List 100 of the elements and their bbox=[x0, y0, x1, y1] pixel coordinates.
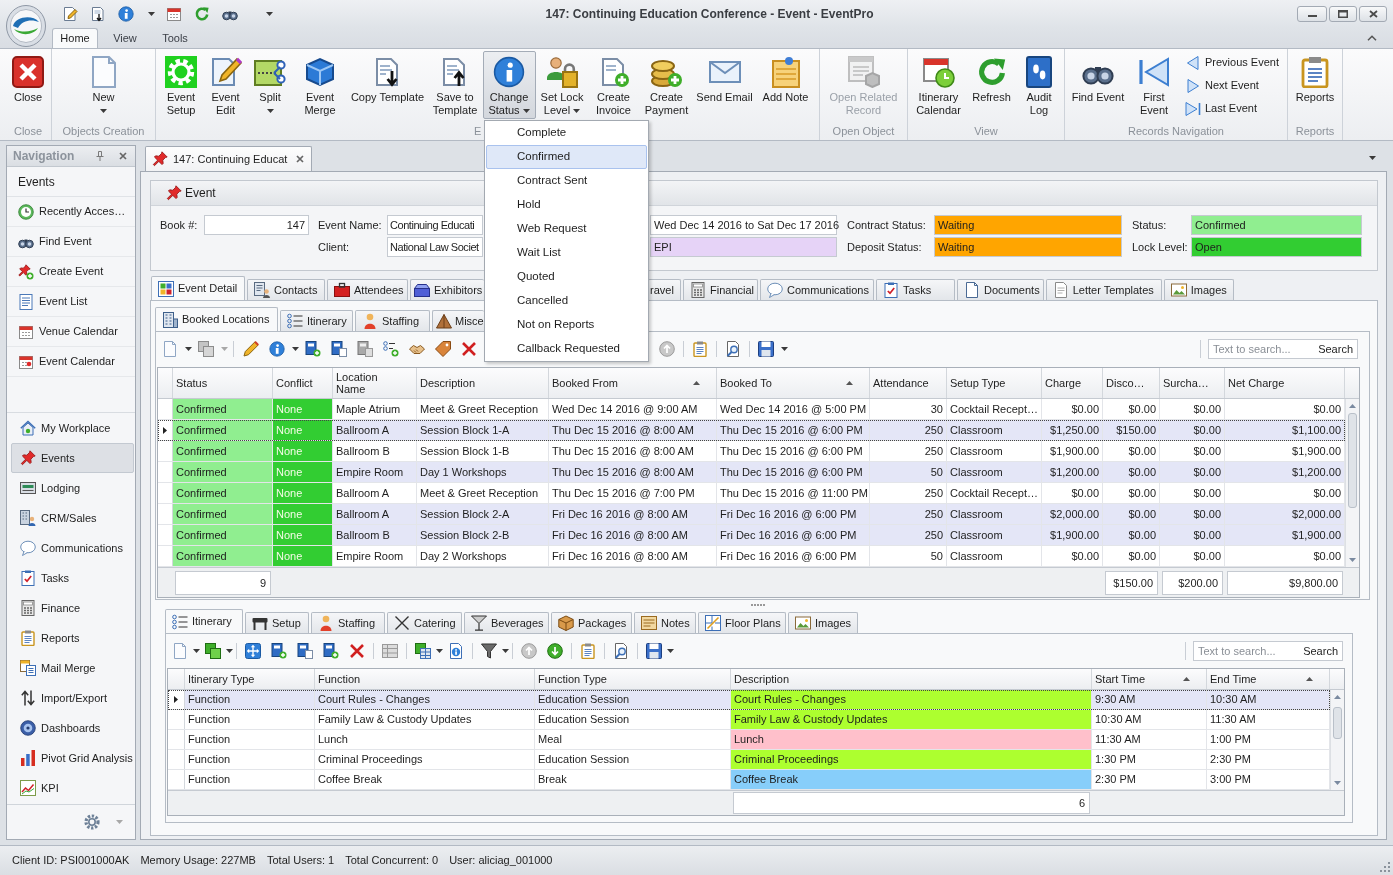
ribbon-button[interactable]: Send Email bbox=[694, 51, 755, 119]
table-row[interactable]: Confirmed None Ballroom A Session Block 1-A Thu Dec 15 2016 @ 8:00 AM Thu Dec 15 2016 @ 6:00 PM 250 Classroom $1,250.00 $150.00 $0.00 $1,100.00 bbox=[158, 420, 1345, 441]
menu-item[interactable]: Complete bbox=[485, 121, 648, 145]
caret-icon[interactable] bbox=[226, 649, 233, 653]
tab[interactable]: Notes bbox=[634, 612, 696, 633]
caret-icon[interactable] bbox=[266, 12, 273, 16]
table-row[interactable]: Confirmed None Ballroom B Session Block 2-B Fri Dec 16 2016 @ 8:00 AM Fri Dec 16 2016 @ 6:00 PM 250 Classroom $1,900.00 $0.00 $0.00 $1,900.00 bbox=[158, 525, 1345, 546]
column-header[interactable]: Function bbox=[315, 669, 535, 689]
ribbon-button[interactable]: Find Event bbox=[1068, 51, 1128, 119]
caret-icon[interactable] bbox=[184, 347, 192, 351]
ribbon-button[interactable]: Change Status bbox=[482, 51, 536, 119]
table-row[interactable]: Function Lunch Meal Lunch 11:30 AM 1:00 PM bbox=[168, 730, 1330, 750]
tab[interactable]: Letter Templates bbox=[1045, 279, 1162, 300]
delete-icon[interactable] bbox=[349, 643, 365, 659]
splitter-grip-icon[interactable] bbox=[751, 603, 765, 606]
tab[interactable]: Tasks bbox=[876, 279, 956, 300]
input-field[interactable]: National Law Societ bbox=[387, 237, 483, 257]
tab[interactable]: Setup bbox=[245, 612, 309, 633]
caret-icon[interactable] bbox=[667, 649, 674, 653]
nav-link[interactable]: Recently Acces… bbox=[7, 197, 135, 227]
table-row[interactable]: Confirmed None Empire Room Day 1 Workshops Thu Dec 15 2016 @ 8:00 AM Thu Dec 15 2016 @ 6:00 PM 50 Classroom $1,200.00 $0.00 $0.00 $1,200.00 bbox=[158, 462, 1345, 483]
table-row[interactable]: Confirmed None Maple Atrium Meet & Greet Reception Wed Dec 14 2016 @ 9:00 AM Wed Dec 14 2016 @ 5:00 PM 30 Cocktail Recept… $0.00 $0.00 $0.00 $0.00 bbox=[158, 399, 1345, 420]
tab[interactable]: Exhibitors bbox=[410, 279, 484, 300]
row-indicator-cell[interactable] bbox=[158, 420, 173, 440]
gear-icon[interactable] bbox=[84, 814, 100, 830]
book-plus-icon[interactable] bbox=[271, 643, 287, 659]
column-header[interactable]: Disco… bbox=[1103, 368, 1160, 398]
nav-module[interactable]: CRM/Sales bbox=[11, 503, 134, 533]
tab[interactable]: Contacts bbox=[247, 279, 325, 300]
table-row[interactable]: Confirmed None Empire Room Day 2 Workshops Fri Dec 16 2016 @ 8:00 AM Fri Dec 16 2016 @ 6:00 PM 50 Classroom $0.00 $0.00 $0.00 $0.00 bbox=[158, 546, 1345, 567]
nav-module[interactable]: Finance bbox=[11, 593, 134, 623]
app-logo-icon[interactable] bbox=[6, 5, 46, 47]
tab[interactable]: Images bbox=[1163, 279, 1234, 300]
tab[interactable]: ravel bbox=[648, 279, 681, 300]
ribbon-button[interactable]: Event Edit bbox=[203, 51, 248, 119]
book-edit-icon[interactable] bbox=[331, 341, 347, 357]
document-search-icon[interactable] bbox=[613, 643, 629, 659]
ribbon-button[interactable]: Audit Log bbox=[1016, 51, 1062, 119]
tab[interactable]: Misce bbox=[432, 310, 484, 331]
tab[interactable]: Images bbox=[788, 612, 858, 633]
nav-module[interactable]: Mail Merge bbox=[11, 653, 134, 683]
table-row[interactable]: Function Coffee Break Break Coffee Break 2:30 PM 3:00 PM bbox=[168, 770, 1330, 790]
column-header[interactable]: Itinerary Type bbox=[185, 669, 315, 689]
nav-module[interactable]: Events bbox=[11, 443, 134, 473]
tab[interactable]: Booked Locations bbox=[155, 307, 278, 331]
search-field[interactable]: Text to search... Search bbox=[1193, 641, 1343, 661]
info-document-icon[interactable] bbox=[448, 643, 464, 659]
nav-module[interactable]: Pivot Grid Analysis bbox=[11, 743, 134, 773]
ribbon-button[interactable]: Previous Event bbox=[1184, 51, 1284, 74]
scroll-down-icon[interactable] bbox=[1349, 558, 1356, 562]
ribbon-tab[interactable]: Tools bbox=[152, 28, 198, 48]
tab[interactable]: Packages bbox=[551, 612, 632, 633]
close-button[interactable] bbox=[1359, 6, 1387, 22]
size-grip-icon[interactable] bbox=[1379, 861, 1390, 872]
ribbon-button[interactable]: Next Event bbox=[1184, 74, 1284, 97]
nav-link[interactable]: Find Event bbox=[7, 227, 135, 257]
caret-icon[interactable] bbox=[436, 649, 443, 653]
column-header[interactable]: Attendance bbox=[870, 368, 947, 398]
ribbon-button[interactable]: Last Event bbox=[1184, 97, 1284, 120]
scroll-down-icon[interactable] bbox=[1334, 781, 1341, 785]
caret-icon[interactable] bbox=[780, 347, 788, 351]
chevron-up-icon[interactable] bbox=[1367, 35, 1377, 41]
book-plus-icon[interactable] bbox=[323, 643, 339, 659]
document-arrow-icon[interactable] bbox=[90, 6, 106, 22]
scroll-up-icon[interactable] bbox=[1349, 404, 1356, 408]
copy-icon[interactable] bbox=[198, 341, 214, 357]
circle-arrow-up-icon[interactable] bbox=[521, 643, 537, 659]
nav-module[interactable]: Reports bbox=[11, 623, 134, 653]
nav-module[interactable]: My Workplace bbox=[11, 413, 134, 443]
input-field[interactable]: Waiting bbox=[934, 215, 1122, 235]
menu-item[interactable]: Callback Requested bbox=[485, 337, 648, 361]
input-field[interactable]: 147 bbox=[204, 215, 309, 235]
caret-icon[interactable] bbox=[148, 12, 155, 16]
input-field[interactable]: Wed Dec 14 2016 to Sat Dec 17 2016 bbox=[650, 215, 837, 235]
search-button[interactable]: Search bbox=[1299, 642, 1342, 660]
input-field[interactable]: Open bbox=[1191, 237, 1362, 257]
table-row[interactable]: Confirmed None Ballroom B Session Block 1-B Thu Dec 15 2016 @ 8:00 AM Thu Dec 15 2016 @ 6:00 PM 250 Classroom $1,900.00 $0.00 $0.00 $1,900.00 bbox=[158, 441, 1345, 462]
tab[interactable]: Financial bbox=[683, 279, 759, 300]
scrollbar[interactable] bbox=[1345, 399, 1359, 567]
minimize-button[interactable] bbox=[1297, 6, 1327, 22]
column-header[interactable]: Status bbox=[173, 368, 273, 398]
scrollbar-thumb[interactable] bbox=[1348, 413, 1357, 508]
ribbon-button[interactable]: Close bbox=[7, 51, 49, 119]
column-header[interactable]: Charge bbox=[1042, 368, 1103, 398]
ribbon-button[interactable]: Set Lock Level bbox=[535, 51, 589, 119]
info-icon[interactable] bbox=[118, 6, 134, 22]
save-icon[interactable] bbox=[758, 341, 774, 357]
caret-icon[interactable] bbox=[502, 649, 509, 653]
caret-icon[interactable] bbox=[291, 347, 299, 351]
ribbon-tab[interactable]: Home bbox=[52, 28, 98, 48]
nav-module[interactable]: KPI bbox=[11, 773, 134, 803]
table-icon[interactable] bbox=[415, 643, 431, 659]
menu-item[interactable]: Not on Reports bbox=[485, 313, 648, 337]
row-indicator-cell[interactable] bbox=[168, 690, 185, 709]
tab[interactable]: Event Detail bbox=[151, 276, 245, 300]
tab[interactable]: Staffing bbox=[355, 310, 430, 331]
save-icon[interactable] bbox=[646, 643, 662, 659]
column-header[interactable]: Setup Type bbox=[947, 368, 1042, 398]
ribbon-button[interactable]: Reports bbox=[1290, 51, 1340, 119]
tab[interactable]: Catering bbox=[387, 612, 462, 633]
